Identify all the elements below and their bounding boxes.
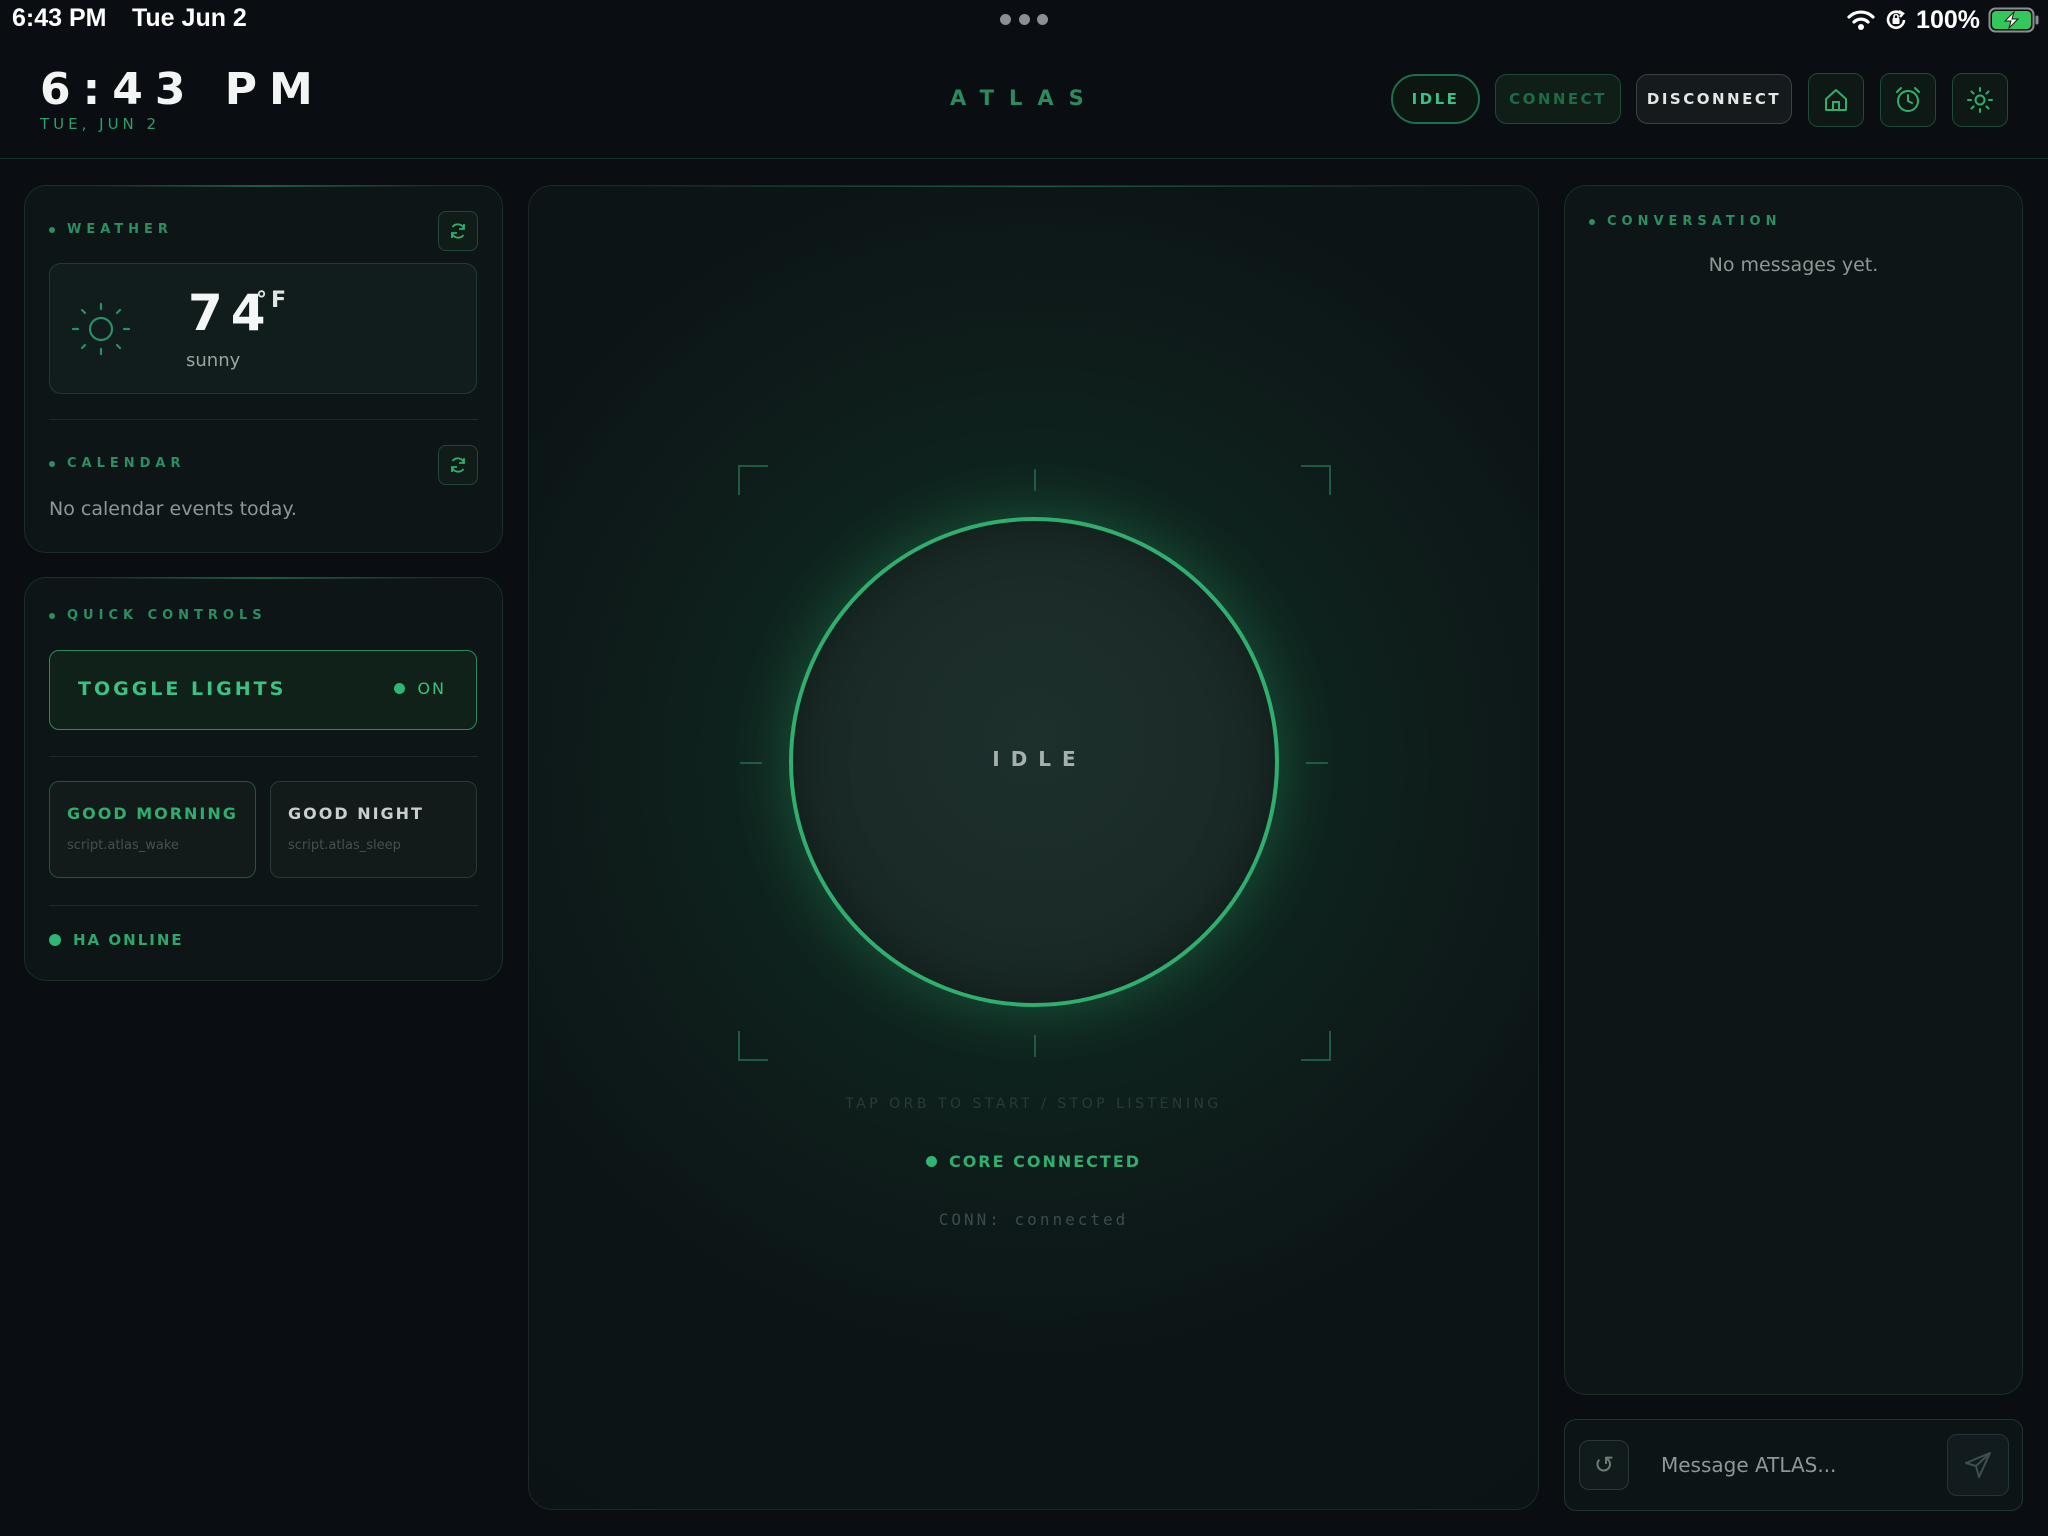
connection-status: CONN: connected [938,1210,1129,1229]
frame-tick [1306,762,1328,764]
status-date: Tue Jun 2 [132,4,247,32]
divider [49,419,478,420]
calendar-empty-text: No calendar events today. [49,498,297,520]
status-right-group: 100% [1846,3,2040,37]
core-status: CORE CONNECTED [529,1152,1538,1171]
disconnect-button[interactable]: DISCONNECT [1636,74,1792,124]
weather-refresh-button[interactable] [438,211,478,251]
weather-calendar-card: WEATHER 74 °F sunny CALENDAR No calendar… [24,185,503,553]
home-icon [1825,89,1847,111]
wifi-icon [1847,10,1875,30]
alarm-clock-icon [1896,87,1920,112]
orientation-lock-icon [1886,9,1906,29]
orb-hint: TAP ORB TO START / STOP LISTENING [845,1096,1222,1112]
multitasking-dots-icon[interactable] [1000,14,1048,26]
connect-button[interactable]: CONNECT [1495,74,1621,124]
message-input[interactable] [1661,1444,1941,1486]
header-date: TUE, JUN 2 [40,115,161,133]
script-entity: script.atlas_sleep [288,838,401,853]
battery-charging-icon [1988,7,2039,33]
toggle-lights-state: ON [394,679,446,698]
send-icon [1965,1452,1991,1478]
toggle-lights-button[interactable]: TOGGLE LIGHTS ON [49,650,477,730]
divider [49,905,478,906]
frame-corner [1301,1031,1331,1061]
app-header: 6:43 PM TUE, JUN 2 ATLAS IDLE CONNECT DI… [0,40,2048,159]
frame-tick [740,762,762,764]
frame-corner [738,465,768,495]
weather-summary: 74 °F sunny [49,263,477,394]
conversation-panel: CONVERSATION No messages yet. [1564,185,2023,1395]
calendar-label: CALENDAR [49,456,186,471]
status-bar: 6:43 PM Tue Jun 2 100% [0,0,2048,40]
battery-percent: 100% [1916,5,1980,34]
good-morning-button[interactable]: GOOD MORNING script.atlas_wake [49,781,256,878]
temperature-unit: °F [256,288,291,313]
sun-icon [71,302,131,356]
refresh-icon [451,223,465,239]
settings-button[interactable] [1952,73,2008,127]
status-time: 6:43 PM [12,4,107,32]
orb-state-text: IDLE [992,747,1087,771]
home-button[interactable] [1808,73,1864,127]
script-title: GOOD MORNING [67,804,238,823]
conversation-label: CONVERSATION [1589,214,1781,229]
frame-corner [1301,465,1331,495]
good-night-button[interactable]: GOOD NIGHT script.atlas_sleep [270,781,477,878]
voice-orb[interactable]: IDLE [789,517,1279,1007]
state-pill: IDLE [1391,74,1480,124]
script-title: GOOD NIGHT [288,804,424,823]
weather-condition: sunny [186,350,241,371]
reset-conversation-button[interactable]: ↺ [1579,1440,1629,1490]
frame-tick [1034,1035,1036,1057]
settings-sun-icon [1967,87,1993,113]
message-composer: ↺ [1564,1419,2023,1511]
divider [49,756,478,757]
calendar-refresh-button[interactable] [438,445,478,485]
frame-tick [1034,469,1036,491]
toggle-lights-label: TOGGLE LIGHTS [78,678,287,700]
script-entity: script.atlas_wake [67,838,179,853]
quick-controls-card: QUICK CONTROLS TOGGLE LIGHTS ON GOOD MOR… [24,577,503,981]
refresh-icon [451,457,465,473]
quick-controls-label: QUICK CONTROLS [49,608,267,623]
brand-title: ATLAS [950,86,1099,110]
alarm-button[interactable] [1880,73,1936,127]
ha-status: HA ONLINE [49,931,184,949]
voice-panel: IDLE TAP ORB TO START / STOP LISTENING C… [528,185,1539,1510]
send-button[interactable] [1947,1434,2009,1496]
header-clock: 6:43 PM [40,64,325,115]
weather-label: WEATHER [49,222,173,237]
conversation-empty-text: No messages yet. [1708,254,1879,276]
frame-corner [738,1031,768,1061]
